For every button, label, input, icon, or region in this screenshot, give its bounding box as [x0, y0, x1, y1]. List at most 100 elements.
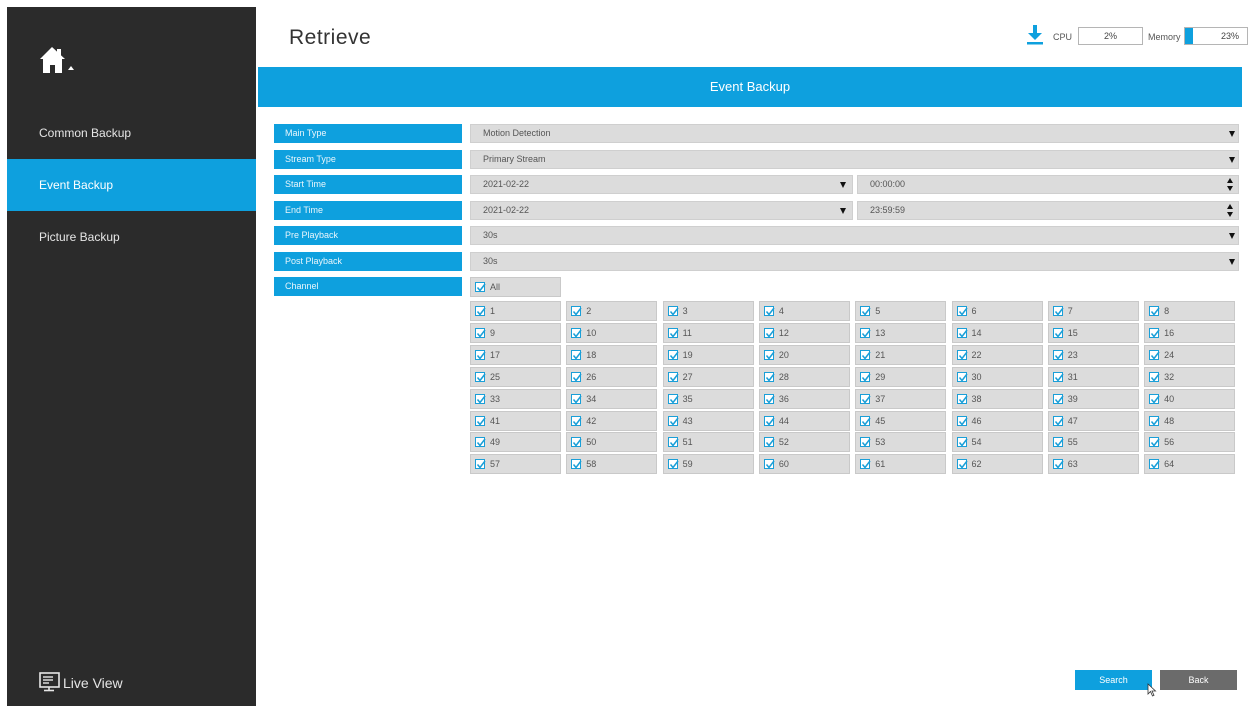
search-button[interactable]: Search [1075, 670, 1152, 690]
channel-checkbox[interactable]: 15 [1047, 322, 1139, 343]
channel-checkbox[interactable]: 48 [1144, 410, 1236, 431]
channel-checkbox[interactable]: 29 [855, 366, 947, 387]
channel-number: 25 [490, 371, 501, 382]
memory-value: 23% [1220, 31, 1239, 41]
channel-checkbox[interactable]: 49 [470, 432, 561, 453]
channel-checkbox[interactable]: 37 [855, 388, 947, 409]
channel-checkbox[interactable]: 19 [662, 344, 754, 365]
channel-checkbox[interactable]: 50 [566, 432, 658, 453]
sidebar-item-common-backup[interactable]: Common Backup [7, 107, 256, 159]
channel-number: 9 [490, 327, 496, 338]
channel-checkbox[interactable]: 23 [1047, 344, 1139, 365]
channel-checkbox[interactable]: 10 [566, 322, 658, 343]
channel-checkbox[interactable]: 33 [470, 388, 561, 409]
channel-checkbox[interactable]: 25 [470, 366, 561, 387]
channel-checkbox[interactable]: 63 [1047, 454, 1139, 475]
channel-checkbox[interactable]: 40 [1144, 388, 1236, 409]
channel-checkbox[interactable]: 22 [951, 344, 1043, 365]
channel-checkbox[interactable]: 1 [470, 301, 561, 321]
channel-checkbox[interactable]: 12 [758, 322, 850, 343]
channel-checkbox[interactable]: 32 [1144, 366, 1236, 387]
channel-checkbox[interactable]: 59 [662, 454, 754, 475]
channel-checkbox[interactable]: 6 [951, 301, 1043, 321]
channel-all-checkbox[interactable]: All [470, 277, 561, 297]
channel-checkbox[interactable]: 41 [470, 410, 561, 431]
checkbox-checked-icon [956, 415, 968, 426]
channel-checkbox[interactable]: 53 [855, 432, 947, 453]
channel-checkbox[interactable]: 14 [951, 322, 1043, 343]
main-type-select[interactable]: Motion Detection [470, 124, 1239, 143]
channel-number: 40 [1164, 393, 1175, 404]
channel-checkbox[interactable]: 20 [758, 344, 850, 365]
checkbox-checked-icon [571, 437, 582, 448]
stream-type-select[interactable]: Primary Stream [470, 150, 1239, 169]
start-time-spinner[interactable]: 00:00:00 [857, 175, 1239, 194]
channel-checkbox[interactable]: 17 [470, 344, 561, 365]
channel-checkbox[interactable]: 42 [566, 410, 658, 431]
channel-checkbox[interactable]: 47 [1047, 410, 1139, 431]
channel-checkbox[interactable]: 45 [855, 410, 947, 431]
channel-checkbox[interactable]: 52 [758, 432, 850, 453]
channel-checkbox[interactable]: 2 [566, 301, 658, 321]
checkbox-checked-icon [860, 306, 871, 316]
end-time-value: 23:59:59 [870, 205, 906, 215]
channel-checkbox[interactable]: 62 [951, 454, 1043, 475]
channel-checkbox[interactable]: 44 [758, 410, 850, 431]
channel-checkbox[interactable]: 8 [1144, 301, 1236, 321]
channel-checkbox[interactable]: 54 [951, 432, 1043, 453]
download-icon[interactable] [1027, 25, 1043, 50]
channel-number: 52 [778, 437, 789, 448]
checkbox-checked-icon [475, 306, 486, 316]
channel-checkbox[interactable]: 56 [1144, 432, 1236, 453]
channel-checkbox[interactable]: 34 [566, 388, 658, 409]
sidebar-item-event-backup[interactable]: Event Backup [7, 159, 256, 211]
channel-checkbox[interactable]: 38 [951, 388, 1043, 409]
channel-checkbox[interactable]: 57 [470, 454, 561, 475]
checkbox-checked-icon [571, 306, 582, 316]
channel-checkbox[interactable]: 46 [951, 410, 1043, 431]
channel-checkbox[interactable]: 13 [855, 322, 947, 343]
stream-type-label: Stream Type [274, 150, 462, 169]
checkbox-checked-icon [1149, 437, 1160, 448]
checkbox-checked-icon [860, 415, 871, 426]
channel-checkbox[interactable]: 16 [1144, 322, 1236, 343]
channel-checkbox[interactable]: 30 [951, 366, 1043, 387]
channel-number: 63 [1067, 459, 1078, 470]
live-view-button[interactable]: Live View [39, 669, 123, 697]
end-time-spinner[interactable]: 23:59:59 [857, 201, 1239, 220]
post-playback-select[interactable]: 30s [470, 252, 1239, 271]
checkbox-checked-icon [763, 371, 775, 382]
end-date-select[interactable]: 2021-02-22 [470, 201, 853, 220]
channel-number: 22 [971, 349, 982, 360]
pre-playback-select[interactable]: 30s [470, 226, 1239, 245]
channel-checkbox[interactable]: 31 [1047, 366, 1139, 387]
channel-checkbox[interactable]: 21 [855, 344, 947, 365]
channel-checkbox[interactable]: 51 [662, 432, 754, 453]
channel-checkbox[interactable]: 60 [758, 454, 850, 475]
channel-checkbox[interactable]: 24 [1144, 344, 1236, 365]
channel-checkbox[interactable]: 43 [662, 410, 754, 431]
channel-checkbox[interactable]: 36 [758, 388, 850, 409]
channel-checkbox[interactable]: 9 [470, 322, 561, 343]
back-button[interactable]: Back [1160, 670, 1237, 690]
home-icon[interactable] [39, 45, 79, 77]
channel-checkbox[interactable]: 64 [1144, 454, 1236, 475]
checkbox-checked-icon [956, 327, 968, 338]
channel-checkbox[interactable]: 61 [855, 454, 947, 475]
channel-number: 4 [778, 306, 784, 316]
channel-checkbox[interactable]: 27 [662, 366, 754, 387]
channel-checkbox[interactable]: 58 [566, 454, 658, 475]
sidebar-item-picture-backup[interactable]: Picture Backup [7, 211, 256, 263]
channel-checkbox[interactable]: 39 [1047, 388, 1139, 409]
channel-checkbox[interactable]: 7 [1047, 301, 1139, 321]
channel-checkbox[interactable]: 5 [855, 301, 947, 321]
channel-checkbox[interactable]: 18 [566, 344, 658, 365]
channel-checkbox[interactable]: 26 [566, 366, 658, 387]
channel-checkbox[interactable]: 35 [662, 388, 754, 409]
channel-checkbox[interactable]: 28 [758, 366, 850, 387]
channel-checkbox[interactable]: 3 [662, 301, 754, 321]
channel-checkbox[interactable]: 4 [758, 301, 850, 321]
start-date-select[interactable]: 2021-02-22 [470, 175, 853, 194]
channel-checkbox[interactable]: 55 [1047, 432, 1139, 453]
channel-checkbox[interactable]: 11 [662, 322, 754, 343]
